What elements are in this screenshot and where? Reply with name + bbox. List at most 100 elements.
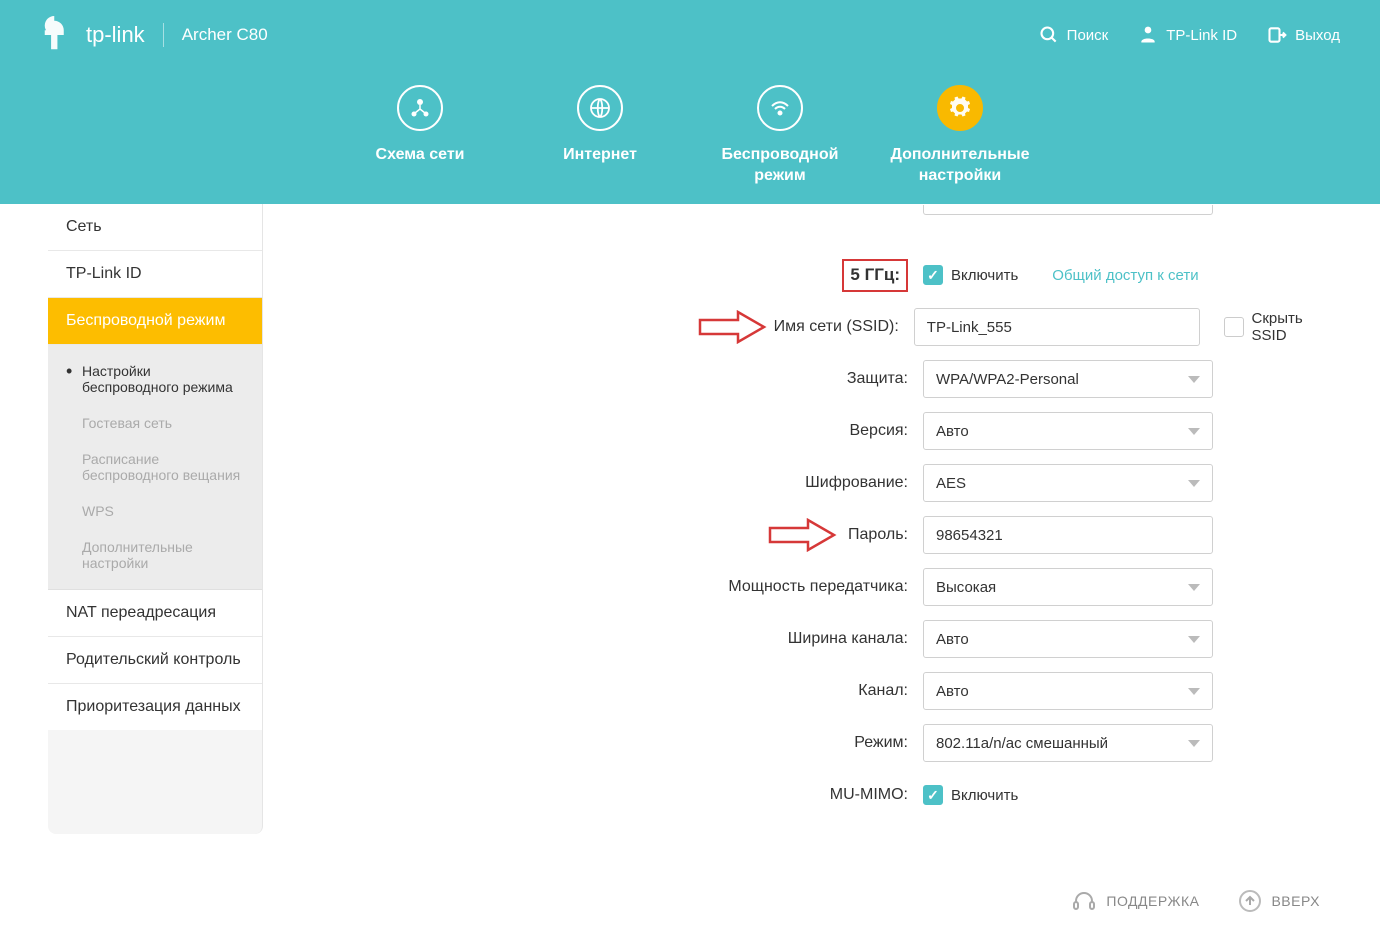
search-icon [1039,25,1059,45]
row-security: Защита: WPA/WPA2-Personal [263,360,1340,398]
band-enable-checkbox[interactable] [923,265,943,285]
encryption-label: Шифрование: [263,474,923,492]
ssid-label: Имя сети (SSID): [263,318,914,336]
version-value: Авто [936,423,969,440]
prev-field-fragment [263,204,1340,216]
encryption-value: AES [936,475,966,492]
model-name: Archer C80 [182,25,268,45]
nav-advanced[interactable]: Дополнительные настройки [870,85,1050,187]
channel-label: Канал: [263,682,923,700]
arrow-up-icon [1239,890,1261,912]
share-network-link[interactable]: Общий доступ к сети [1052,267,1198,284]
chevron-down-icon [1188,740,1200,747]
row-band: 5 ГГц: Включить Общий доступ к сети [263,256,1340,294]
row-channel: Канал: Авто [263,672,1340,710]
network-map-icon [397,85,443,131]
row-mumimo: MU-MIMO: Включить [263,776,1340,814]
security-value: WPA/WPA2-Personal [936,371,1079,388]
version-label: Версия: [263,422,923,440]
hide-ssid-checkbox[interactable] [1224,317,1244,337]
sidebar-sub-guest[interactable]: Гостевая сеть [48,405,262,441]
hide-ssid-label: Скрыть SSID [1252,310,1340,344]
band-label: 5 ГГц: [263,265,923,285]
sidebar-subgroup: Настройки беспроводного режима Гостевая … [48,345,262,590]
wifi-icon [757,85,803,131]
ssid-input[interactable] [914,308,1200,346]
sidebar-item-qos[interactable]: Приоритезация данных [48,684,262,730]
channel-width-label: Ширина канала: [263,630,923,648]
sidebar-sub-advanced[interactable]: Дополнительные настройки [48,529,262,581]
top-nav: Схема сети Интернет Беспроводной режим Д… [0,70,1380,205]
row-encryption: Шифрование: AES [263,464,1340,502]
row-mode: Режим: 802.11a/n/ac смешанный [263,724,1340,762]
mode-select[interactable]: 802.11a/n/ac смешанный [923,724,1213,762]
channel-select[interactable]: Авто [923,672,1213,710]
chevron-down-icon [1188,376,1200,383]
sidebar-sub-schedule[interactable]: Расписание беспроводного вещания [48,441,262,493]
channel-value: Авто [936,683,969,700]
sidebar-item-network[interactable]: Сеть [48,204,262,251]
chevron-down-icon [1188,428,1200,435]
arrow-annotation-password [768,518,838,555]
globe-icon [577,85,623,131]
sidebar-sub-wps[interactable]: WPS [48,493,262,529]
tx-power-select[interactable]: Высокая [923,568,1213,606]
search-label: Поиск [1067,27,1109,44]
search-action[interactable]: Поиск [1039,25,1109,45]
sidebar-item-parental[interactable]: Родительский контроль [48,637,262,684]
tplink-id-label: TP-Link ID [1166,27,1237,44]
main-form: 5 ГГц: Включить Общий доступ к сети Имя … [263,204,1380,834]
sidebar-item-wireless[interactable]: Беспроводной режим [48,298,262,345]
sidebar-item-nat[interactable]: NAT переадресация [48,590,262,637]
row-ssid: Имя сети (SSID): Скрыть SSID [263,308,1340,346]
footer: ПОДДЕРЖКА ВВЕРХ [1042,871,1350,931]
channel-width-select[interactable]: Авто [923,620,1213,658]
logout-icon [1267,25,1287,45]
encryption-select[interactable]: AES [923,464,1213,502]
nav-network-map-label: Схема сети [330,145,510,166]
mode-value: 802.11a/n/ac смешанный [936,735,1108,752]
mumimo-checkbox[interactable] [923,785,943,805]
security-select[interactable]: WPA/WPA2-Personal [923,360,1213,398]
nav-internet-label: Интернет [510,145,690,166]
row-password: Пароль: [263,516,1340,554]
row-version: Версия: Авто [263,412,1340,450]
mumimo-enable-label: Включить [951,787,1018,804]
tx-power-value: Высокая [936,579,996,596]
band-highlight: 5 ГГц: [842,259,908,292]
sidebar-sub-wireless-settings[interactable]: Настройки беспроводного режима [48,353,262,405]
nav-wireless-label: Беспроводной режим [690,145,870,187]
row-channel-width: Ширина канала: Авто [263,620,1340,658]
chevron-down-icon [1188,636,1200,643]
brand-text: tp-link [86,22,145,48]
row-tx-power: Мощность передатчика: Высокая [263,568,1340,606]
top-button[interactable]: ВВЕРХ [1239,889,1320,913]
mode-label: Режим: [263,734,923,752]
band-enable-label: Включить [951,267,1018,284]
logout-action[interactable]: Выход [1267,25,1340,45]
nav-network-map[interactable]: Схема сети [330,85,510,166]
logout-label: Выход [1295,27,1340,44]
header: tp-link Archer C80 Поиск TP-Link ID Выхо… [0,0,1380,70]
nav-internet[interactable]: Интернет [510,85,690,166]
gear-icon [937,85,983,131]
channel-width-value: Авто [936,631,969,648]
security-label: Защита: [263,370,923,388]
header-actions: Поиск TP-Link ID Выход [1039,25,1340,45]
header-divider [163,23,164,47]
arrow-annotation-ssid [698,310,768,347]
top-label: ВВЕРХ [1271,893,1320,909]
chevron-down-icon [1188,480,1200,487]
nav-wireless[interactable]: Беспроводной режим [690,85,870,187]
headset-icon [1072,889,1096,913]
sidebar-item-tplink-id[interactable]: TP-Link ID [48,251,262,298]
support-button[interactable]: ПОДДЕРЖКА [1072,889,1199,913]
sidebar: Сеть TP-Link ID Беспроводной режим Настр… [48,204,263,834]
tx-power-label: Мощность передатчика: [263,578,923,596]
nav-advanced-label: Дополнительные настройки [870,145,1050,187]
mumimo-label: MU-MIMO: [263,786,923,804]
version-select[interactable]: Авто [923,412,1213,450]
tplink-id-action[interactable]: TP-Link ID [1138,25,1237,45]
content: Сеть TP-Link ID Беспроводной режим Настр… [0,204,1380,834]
password-input[interactable] [923,516,1213,554]
